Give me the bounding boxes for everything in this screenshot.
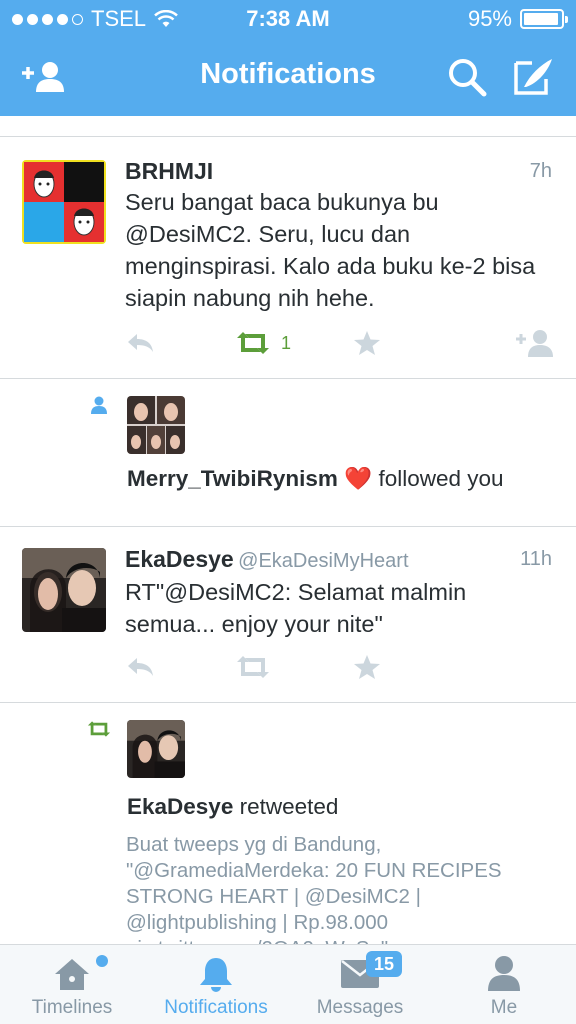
person-icon [488, 956, 520, 991]
tweet-actions: 1 [125, 328, 555, 358]
tweet-author-name[interactable]: BRHMJI [125, 158, 213, 184]
avatar[interactable] [127, 720, 185, 778]
tab-label: Notifications [164, 997, 268, 1018]
bell-icon [200, 958, 232, 992]
heart-emoji: ❤️ [344, 466, 373, 491]
follow-line: Merry_TwibiRynism ❤️ followed you [127, 466, 504, 492]
avatar[interactable] [22, 548, 106, 632]
follow-action-text: followed you [378, 466, 504, 491]
messages-badge: 15 [366, 951, 402, 977]
home-icon [55, 959, 89, 990]
tab-bar: Timelines Notifications 15 Messages Me [0, 944, 576, 1024]
favorite-icon[interactable] [353, 328, 381, 358]
divider [0, 702, 576, 703]
divider [0, 136, 576, 137]
compose-icon[interactable] [510, 56, 556, 98]
status-bar: TSEL 7:38 AM 95% [0, 0, 576, 40]
battery-percent: 95% [467, 6, 512, 31]
tweet-author-handle[interactable]: @EkaDesiMyHeart [238, 550, 408, 572]
battery-status: 95% [467, 6, 568, 32]
unread-dot [96, 955, 108, 967]
follow-user-icon[interactable] [515, 328, 555, 358]
avatar[interactable] [127, 396, 185, 454]
retweet-line: EkaDesye retweeted [127, 794, 338, 820]
avatar[interactable] [22, 160, 106, 244]
header: TSEL 7:38 AM 95% Notifications [0, 0, 576, 116]
tweet-text: Seru bangat baca bukunya bu @DesiMC2. Se… [125, 189, 536, 311]
tab-label: Messages [316, 997, 404, 1018]
tab-messages[interactable]: 15 Messages [288, 945, 432, 1024]
notifications-feed[interactable]: BRHMJI 7h Seru bangat baca bukunya bu @D… [0, 116, 576, 944]
battery-icon [520, 9, 568, 29]
person-icon [91, 396, 107, 414]
retweet-action-text: retweeted [239, 794, 339, 819]
search-icon[interactable] [444, 56, 490, 98]
retweet-icon [87, 721, 111, 737]
tweet-time: 7h [529, 160, 552, 182]
tab-label: Me [490, 997, 518, 1018]
tweet-actions [125, 652, 555, 682]
tweet-time: 11h [520, 548, 552, 570]
divider [0, 526, 576, 527]
favorite-icon[interactable] [353, 652, 381, 682]
follower-name[interactable]: Merry_TwibiRynism [127, 466, 338, 491]
navigation-bar: Notifications [0, 40, 576, 116]
tab-notifications[interactable]: Notifications [144, 945, 288, 1024]
tab-timelines[interactable]: Timelines [0, 945, 144, 1024]
retweet-icon [237, 332, 269, 354]
tab-me[interactable]: Me [432, 945, 576, 1024]
retweeted-tweet-text[interactable]: Buat tweeps yg di Bandung, "@GramediaMer… [126, 832, 546, 944]
divider [0, 378, 576, 379]
tweet-text: RT"@DesiMC2: Selamat malmin semua... enj… [125, 579, 467, 637]
tweet-author-name[interactable]: EkaDesye [125, 546, 234, 572]
retweet-icon[interactable] [235, 652, 271, 682]
retweet-count: 1 [281, 332, 292, 353]
retweeter-name[interactable]: EkaDesye [127, 794, 233, 819]
reply-icon[interactable] [125, 652, 155, 682]
tab-label: Timelines [31, 997, 113, 1018]
reply-icon[interactable] [125, 328, 155, 358]
retweet-button[interactable]: 1 [235, 328, 291, 358]
